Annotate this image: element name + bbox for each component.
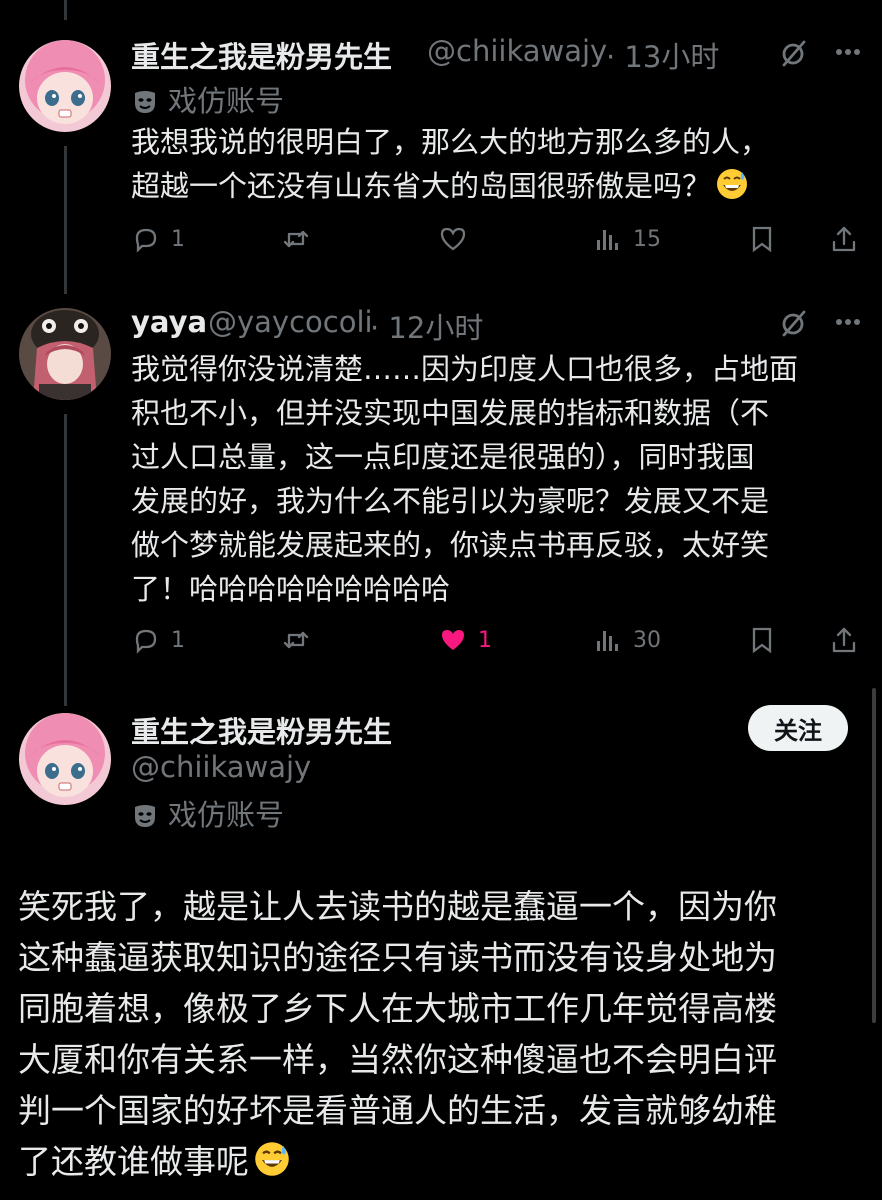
grok-icon[interactable] [779, 38, 809, 68]
parody-text: 戏仿账号 [168, 798, 285, 832]
repost-button[interactable] [281, 224, 311, 254]
post-text: 我想我说的很明白了，那么大的地方那么多的人， 超越一个还没有山东省大的岛国很骄傲… [131, 120, 769, 208]
handle[interactable]: @chiikawajy [131, 750, 311, 784]
views-icon [597, 230, 618, 250]
post-text-line: 我觉得你没说清楚……因为印度人口也很多，占地面 [131, 352, 799, 386]
sweat-smile-emoji [715, 167, 749, 201]
thread-line-1 [64, 146, 67, 294]
display-name[interactable]: yaya [131, 305, 207, 339]
parody-label: 戏仿账号 [134, 792, 284, 834]
repost-button[interactable] [281, 625, 311, 655]
parody-mask-icon [134, 87, 156, 113]
handle[interactable]: @yaycocoli [208, 305, 373, 339]
post-text-line: 这种蠢逼获取知识的途径只有读书而没有设身处地为 [18, 938, 777, 977]
post-text-line-last: 了还教谁做事呢 [18, 1136, 777, 1187]
parody-text: 戏仿账号 [168, 84, 285, 118]
like-count: 1 [478, 627, 492, 653]
bookmark-button[interactable] [747, 224, 777, 254]
repost-icon [283, 631, 309, 649]
display-name[interactable]: 重生之我是粉男先生 [131, 709, 392, 751]
like-button[interactable]: 1 [438, 625, 492, 655]
scrollbar[interactable] [872, 688, 876, 1023]
reply-button[interactable]: 1 [131, 625, 185, 655]
post-text-line-last: 超越一个还没有山东省大的岛国很骄傲是吗？ [131, 164, 769, 208]
heart-icon [442, 630, 464, 650]
grok-icon[interactable] [779, 308, 809, 338]
post-text-line: 笑死我了，越是让人去读书的越是蠢逼一个，因为你 [18, 887, 777, 926]
display-name[interactable]: 重生之我是粉男先生 [131, 34, 392, 76]
timestamp[interactable]: · 12小时 [370, 305, 483, 347]
thread-line-2 [64, 414, 67, 706]
reply-count: 1 [171, 627, 185, 653]
reply-button[interactable]: 1 [131, 224, 185, 254]
reply-icon [135, 228, 157, 253]
reply-count: 1 [171, 226, 185, 252]
sweat-smile-emoji [253, 1140, 291, 1178]
post-text-line: 判一个国家的好坏是看普通人的生活，发言就够幼稚 [18, 1091, 777, 1130]
post-text-line: 做个梦就能发展起来的，你读点书再反驳，太好笑 [131, 528, 770, 562]
post-text: 笑死我了，越是让人去读书的越是蠢逼一个，因为你 这种蠢逼获取知识的途径只有读书而… [18, 881, 777, 1187]
thread-line-top [64, 0, 67, 20]
timestamp[interactable]: · 13小时 [606, 34, 719, 76]
heart-icon [440, 227, 466, 251]
post-text: 我觉得你没说清楚……因为印度人口也很多，占地面 积也不小，但并没实现中国发展的指… [131, 347, 798, 611]
views-button[interactable]: 15 [593, 224, 661, 254]
more-icon[interactable] [835, 318, 861, 326]
post-text-line: 积也不小，但并没实现中国发展的指标和数据（不 [131, 396, 770, 430]
follow-button[interactable]: 关注 [748, 705, 848, 751]
view-count: 30 [633, 627, 661, 653]
avatar[interactable] [19, 308, 111, 400]
views-button[interactable]: 30 [593, 625, 661, 655]
bookmark-button[interactable] [747, 625, 777, 655]
parody-label: 戏仿账号 [134, 78, 284, 120]
post-text-line: 过人口总量，这一点印度还是很强的），同时我国 [131, 440, 755, 474]
bookmark-icon [752, 627, 772, 654]
post-text-line: 了！哈哈哈哈哈哈哈哈哈 [131, 572, 451, 606]
action-bar: 1 1 30 [131, 625, 861, 665]
handle[interactable]: @chiikawajy [427, 34, 607, 68]
repost-icon [283, 230, 309, 248]
share-button[interactable] [829, 625, 859, 655]
parody-mask-icon [134, 801, 156, 827]
post-text-line: 发展的好，我为什么不能引以为豪呢？发展又不是 [131, 484, 770, 518]
avatar[interactable] [19, 713, 111, 805]
share-icon [832, 627, 856, 653]
action-bar: 1 15 [131, 224, 861, 264]
bookmark-icon [752, 226, 772, 253]
reply-icon [135, 629, 157, 654]
like-button[interactable] [438, 224, 468, 254]
view-count: 15 [633, 226, 661, 252]
post-text-line: 我想我说的很明白了，那么大的地方那么多的人， [131, 125, 770, 159]
more-icon[interactable] [835, 48, 861, 56]
post-text-line: 大厦和你有关系一样，当然你这种傻逼也不会明白评 [18, 1040, 777, 1079]
post-text-line: 同胞着想，像极了乡下人在大城市工作几年觉得高楼 [18, 989, 777, 1028]
share-icon [832, 226, 856, 252]
share-button[interactable] [829, 224, 859, 254]
views-icon [597, 631, 618, 651]
avatar[interactable] [19, 40, 111, 132]
